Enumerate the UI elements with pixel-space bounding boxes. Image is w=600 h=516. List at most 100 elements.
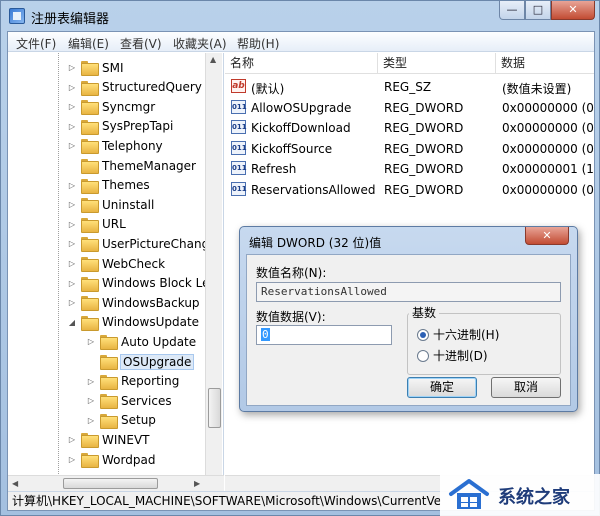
menu-help[interactable]: 帮助(H): [237, 35, 279, 52]
value-data-cell: 0x00000000 (0): [502, 141, 594, 156]
expand-arrow-icon[interactable]: ▷: [67, 122, 77, 131]
tree-item[interactable]: ▷ Auto Update: [86, 332, 196, 351]
tree-item[interactable]: ▷ StructuredQuery: [67, 78, 202, 97]
expand-arrow-icon[interactable]: ▷: [67, 141, 77, 150]
tree-item-label: Services: [121, 393, 172, 408]
tree-item[interactable]: ▷ Windows Block Le: [67, 274, 210, 293]
expand-arrow-icon[interactable]: ▷: [67, 279, 77, 288]
tree-item[interactable]: ▷ Syncmgr: [67, 97, 155, 116]
scroll-right-icon[interactable]: ▶: [194, 479, 200, 488]
tree-item[interactable]: ▷ WindowsBackup: [67, 293, 200, 312]
tree-item-label: WindowsUpdate: [102, 315, 200, 330]
value-row[interactable]: 011 ReservationsAllowed REG_DWORD 0x0000000…: [225, 180, 594, 200]
value-type-cell: REG_DWORD: [384, 183, 464, 197]
dialog-close-button[interactable]: ✕: [525, 227, 569, 245]
tree-item-label: StructuredQuery: [102, 80, 202, 95]
value-row[interactable]: ab (默认) REG_SZ (数值未设置): [225, 77, 594, 97]
tree-item[interactable]: ▷ SMI: [67, 58, 124, 77]
column-header-data[interactable]: 数据: [496, 53, 594, 74]
tree-item[interactable]: ▷ URL: [67, 215, 126, 234]
expand-arrow-icon[interactable]: ▷: [67, 239, 77, 248]
tree-horizontal-scrollbar[interactable]: ◀ ▶: [8, 475, 224, 491]
expand-arrow-icon[interactable]: ▷: [67, 298, 77, 307]
value-row[interactable]: 011 AllowOSUpgrade REG_DWORD 0x00000000 (0): [225, 98, 594, 118]
expand-arrow-icon[interactable]: ▷: [67, 83, 77, 92]
watermark: 系统之家: [440, 474, 600, 516]
value-type-cell: REG_DWORD: [384, 100, 464, 115]
value-row[interactable]: 011 Refresh REG_DWORD 0x00000001 (1): [225, 159, 594, 179]
scroll-up-icon[interactable]: ▲: [210, 55, 216, 64]
radio-dec-label: 十进制(D): [433, 349, 488, 363]
expand-arrow-icon[interactable]: ▷: [67, 259, 77, 268]
folder-icon: [81, 315, 99, 331]
radio-dec[interactable]: 十进制(D): [417, 347, 488, 364]
column-header-type[interactable]: 类型: [378, 53, 496, 74]
folder-icon: [81, 61, 99, 76]
expand-arrow-icon[interactable]: ▷: [86, 416, 96, 425]
house-logo-icon: [449, 479, 489, 509]
expand-arrow-icon[interactable]: ▷: [67, 181, 77, 190]
folder-icon: [81, 453, 99, 468]
tree-item[interactable]: ▷ WINEVT: [67, 430, 150, 449]
expand-arrow-icon[interactable]: ▷: [67, 455, 77, 464]
value-name-field[interactable]: ReservationsAllowed: [256, 282, 561, 302]
tree-item[interactable]: ▷ Themes: [67, 176, 150, 195]
value-data-field[interactable]: 0: [256, 325, 392, 345]
radio-hex-indicator[interactable]: [417, 328, 429, 341]
tree-item[interactable]: ThemeManager: [67, 156, 196, 175]
value-name-cell: KickoffSource: [251, 141, 333, 156]
expand-arrow-icon[interactable]: ▷: [86, 396, 96, 405]
menu-view[interactable]: 查看(V): [120, 35, 162, 52]
binary-value-icon: 011: [231, 120, 247, 135]
radio-hex[interactable]: 十六进制(H): [417, 326, 499, 343]
folder-icon: [81, 119, 99, 135]
menu-favorites[interactable]: 收藏夹(A): [173, 35, 227, 52]
value-row[interactable]: 011 KickoffDownload REG_DWORD 0x00000000 (0…: [225, 118, 594, 138]
tree-item[interactable]: ◢ WindowsUpdate: [67, 313, 199, 332]
scroll-left-icon[interactable]: ◀: [12, 479, 18, 488]
ok-button[interactable]: 确定: [407, 377, 477, 398]
tree-item[interactable]: ▷ SysPrepTapi: [67, 117, 173, 136]
expand-arrow-icon[interactable]: ▷: [67, 63, 77, 72]
regedit-app-icon: [9, 8, 25, 24]
minimize-button[interactable]: —: [499, 1, 525, 20]
tree-item[interactable]: ▷ Telephony: [67, 136, 163, 155]
radio-hex-label: 十六进制(H): [433, 328, 500, 342]
folder-icon: [100, 335, 118, 351]
value-row[interactable]: 011 KickoffSource REG_DWORD 0x00000000 (0): [225, 139, 594, 159]
tree-vertical-scrollbar[interactable]: ▲ ▼: [205, 53, 222, 496]
expand-arrow-icon[interactable]: ▷: [67, 200, 77, 209]
maximize-button[interactable]: □: [525, 1, 551, 20]
expand-arrow-icon[interactable]: ▷: [67, 220, 77, 229]
tree-hscroll-thumb[interactable]: [63, 478, 158, 489]
tree-item-label: Setup: [121, 413, 156, 428]
tree-item-label: WindowsBackup: [102, 295, 200, 310]
expand-arrow-icon[interactable]: ▷: [67, 102, 77, 111]
expand-arrow-icon[interactable]: ▷: [67, 435, 77, 444]
tree-item[interactable]: ▷ UserPictureChang: [67, 234, 209, 253]
value-data-cell: 0x00000000 (0): [502, 100, 594, 115]
base-groupbox: [407, 313, 561, 375]
tree-item[interactable]: ▷ Reporting: [86, 372, 179, 391]
value-data-cell: 0x00000001 (1): [502, 162, 594, 177]
expand-arrow-icon[interactable]: ▷: [86, 377, 96, 386]
tree-item[interactable]: ▷ Wordpad: [67, 450, 155, 469]
close-button[interactable]: ✕: [551, 1, 595, 20]
tree-item-label: SysPrepTapi: [102, 119, 174, 134]
tree-item[interactable]: OSUpgrade: [86, 352, 195, 371]
column-header-name[interactable]: 名称: [225, 53, 378, 74]
cancel-button[interactable]: 取消: [491, 377, 561, 398]
radio-dec-indicator[interactable]: [417, 349, 429, 362]
value-name-cell: ReservationsAllowed: [251, 183, 376, 197]
menu-file[interactable]: 文件(F): [16, 35, 56, 52]
edit-dword-dialog: 编辑 DWORD (32 位)值 ✕ 数值名称(N): Reservations…: [239, 226, 578, 412]
tree-item[interactable]: ▷ Services: [86, 391, 172, 410]
tree-scroll-thumb[interactable]: [208, 388, 221, 428]
tree-item[interactable]: ▷ Uninstall: [67, 195, 154, 214]
tree-item[interactable]: ▷ WebCheck: [67, 254, 165, 273]
expand-arrow-icon[interactable]: ▷: [86, 337, 96, 346]
tree-item[interactable]: ▷ Setup: [86, 411, 156, 430]
collapse-arrow-icon[interactable]: ◢: [67, 318, 77, 327]
title-bar[interactable]: 注册表编辑器 — □ ✕: [1, 1, 600, 31]
menu-edit[interactable]: 编辑(E): [68, 35, 109, 52]
